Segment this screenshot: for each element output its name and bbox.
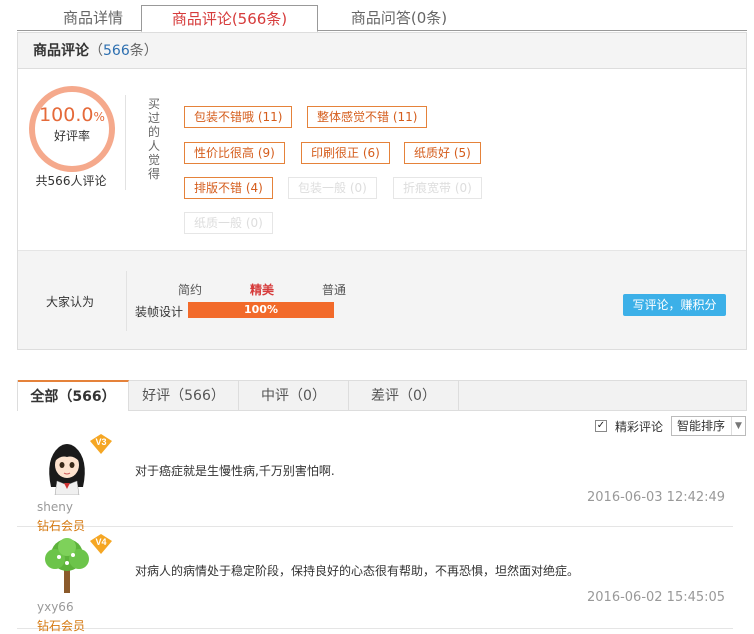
tag-item-disabled: 纸质一般 (0)	[184, 212, 273, 234]
review-filter-bar: 全部（566） 好评（566） 中评（0） 差评（0）	[17, 380, 747, 411]
review-summary: 商品评论（566条） 100.0% 好评率 共566人评论 买过的人觉得 包装不…	[17, 32, 747, 350]
bought-label: 买过的人觉得	[148, 97, 161, 181]
avatar	[45, 538, 89, 593]
filter-negative[interactable]: 差评（0）	[349, 381, 459, 411]
chevron-down-icon: ▼	[731, 417, 745, 435]
positive-rate-label: 好评率	[53, 129, 90, 143]
filter-neutral[interactable]: 中评（0）	[239, 381, 349, 411]
featured-checkbox[interactable]: ✓	[595, 420, 607, 432]
tag-item[interactable]: 性价比很高 (9)	[184, 142, 285, 164]
opinion-panel: 大家认为 简约 精美 普通 装帧设计 100% 写评论，赚积分	[18, 250, 746, 349]
tab-product-details[interactable]: 商品详情	[37, 5, 149, 31]
tab-product-reviews[interactable]: 商品评论(566条)	[141, 5, 318, 32]
sort-select[interactable]: 智能排序 ▼	[671, 416, 746, 436]
opinion-bar-fill: 100%	[188, 302, 334, 318]
review-count: 566	[103, 43, 130, 59]
filter-positive[interactable]: 好评（566）	[129, 381, 239, 411]
positive-rate-value: 100.0%	[39, 104, 105, 126]
tag-item[interactable]: 排版不错 (4)	[184, 177, 273, 199]
product-tabs: 商品详情 商品评论(566条) 商品问答(0条)	[17, 5, 747, 32]
tag-item[interactable]: 整体感觉不错 (11)	[307, 106, 428, 128]
reviewer-name[interactable]: yxy66	[37, 600, 74, 614]
vip-level-badge: V3	[90, 434, 112, 454]
option-normal: 普通	[322, 283, 347, 297]
divider	[126, 271, 127, 331]
tag-item[interactable]: 纸质好 (5)	[404, 142, 481, 164]
vip-level-badge: V4	[90, 534, 112, 554]
avatar	[49, 444, 85, 495]
tag-item-disabled: 包装一般 (0)	[288, 177, 377, 199]
review-date: 2016-06-03 12:42:49	[587, 490, 726, 505]
opinion-label: 大家认为	[46, 295, 95, 309]
option-exquisite: 精美	[250, 283, 275, 297]
review-text: 对于癌症就是生慢性病,千万别害怕啊.	[135, 464, 335, 478]
reviewer-name[interactable]: sheny	[37, 500, 73, 514]
summary-header: 商品评论（566条）	[18, 33, 746, 69]
write-review-button[interactable]: 写评论，赚积分	[623, 294, 726, 316]
member-level: 钻石会员	[37, 519, 86, 533]
positive-rate-circle: 100.0% 好评率	[29, 86, 115, 172]
review-text: 对病人的病情处于稳定阶段，保持良好的心态很有帮助，不再恐惧，坦然面对绝症。	[135, 564, 580, 578]
review-item: V3 sheny 钻石会员 对于癌症就是生慢性病,千万别害怕啊. 2016-06…	[17, 434, 733, 533]
summary-title: 商品评论	[33, 43, 89, 59]
opinion-bar: 100%	[188, 302, 334, 318]
review-date: 2016-06-02 15:45:05	[587, 590, 726, 605]
tag-item-disabled: 折痕宽带 (0)	[393, 177, 482, 199]
filter-all[interactable]: 全部（566）	[18, 380, 129, 411]
divider	[125, 95, 126, 190]
tag-item[interactable]: 包装不错哦 (11)	[184, 106, 293, 128]
tag-item[interactable]: 印刷很正 (6)	[301, 142, 390, 164]
tab-product-qa[interactable]: 商品问答(0条)	[337, 5, 461, 31]
svg-text:V3: V3	[95, 437, 106, 447]
option-simple: 简约	[178, 283, 203, 297]
total-reviewers: 共566人评论	[35, 174, 107, 188]
svg-text:V4: V4	[95, 537, 106, 547]
review-item: V4 yxy66 钻石会员 对病人的病情处于稳定阶段，保持良好的心态很有帮助，不…	[17, 534, 733, 633]
member-level: 钻石会员	[37, 619, 86, 633]
bar-name: 装帧设计	[135, 305, 184, 319]
featured-label: 精彩评论	[615, 420, 664, 434]
